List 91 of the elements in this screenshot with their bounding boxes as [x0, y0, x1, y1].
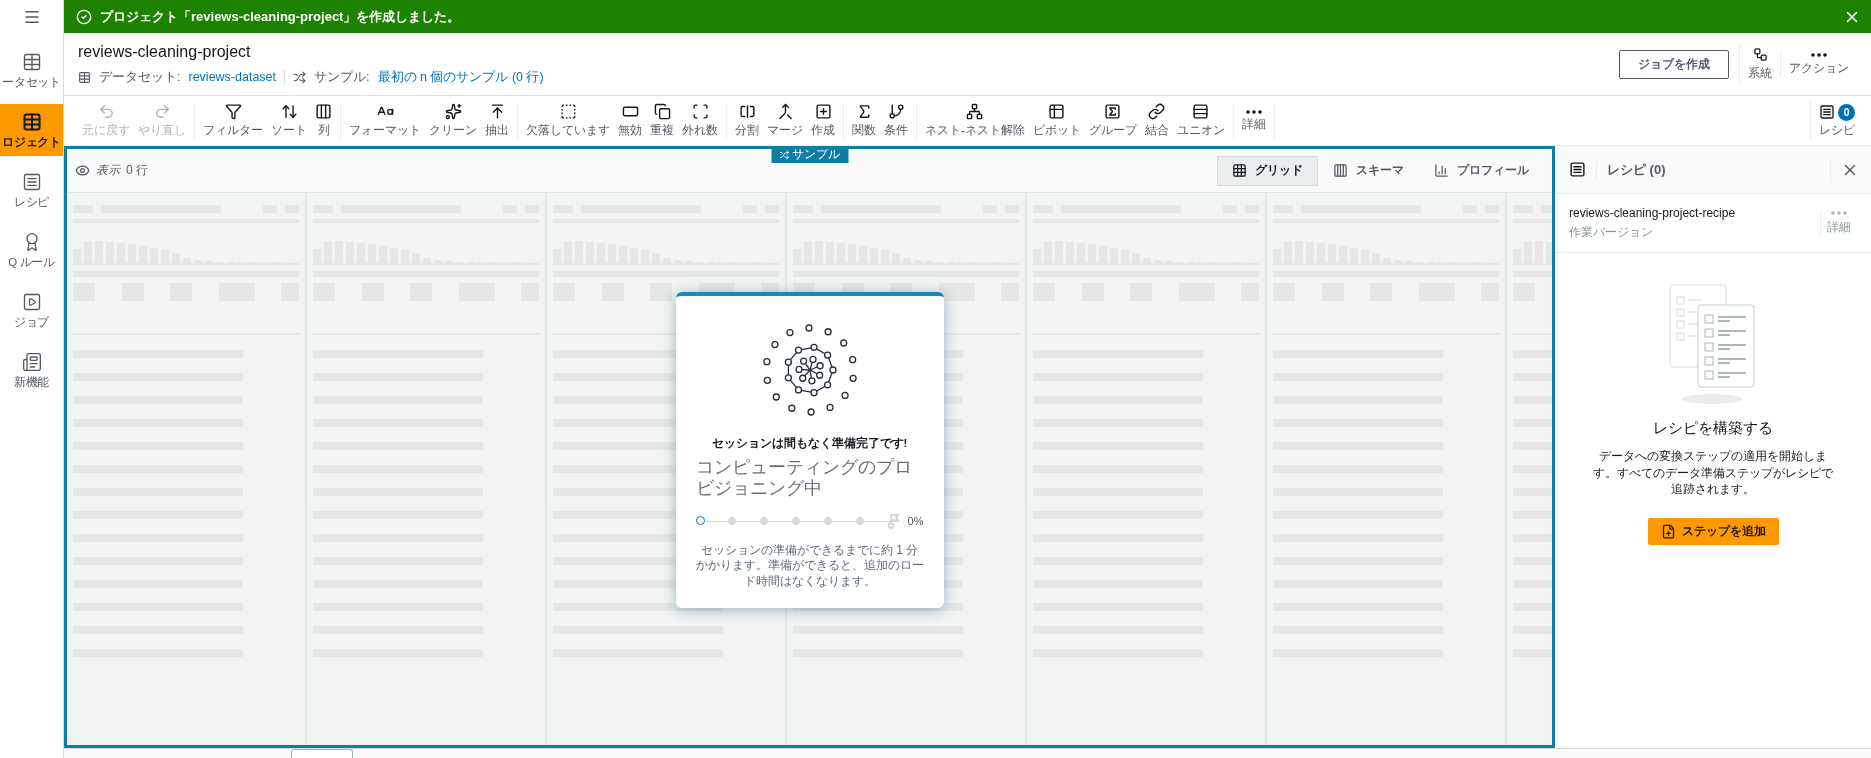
- recipe-toggle-button[interactable]: 0 レシピ: [1810, 100, 1863, 141]
- list-icon: [1569, 161, 1586, 178]
- filter-icon: [224, 103, 242, 120]
- toolbar-button[interactable]: ネスト-ネスト解除: [921, 102, 1029, 139]
- redo-icon: [153, 103, 171, 120]
- add-step-icon: [1660, 524, 1676, 539]
- sample-link[interactable]: 最初の n 個のサンプル (0 行): [377, 68, 544, 86]
- progress-step: [728, 516, 737, 525]
- split-icon: [738, 103, 756, 120]
- recipe-version: 作業バージョン: [1569, 225, 1654, 240]
- sidebar-item[interactable]: ロジェクト: [0, 104, 63, 156]
- dashed-square-icon: [559, 103, 577, 120]
- dataset-label: データセット:: [99, 68, 181, 86]
- toolbar-button[interactable]: フォーマット: [345, 102, 425, 139]
- row-count: 0 行: [126, 162, 148, 179]
- view-tab[interactable]: グリッド: [1217, 155, 1318, 186]
- newspaper-icon: [21, 352, 42, 372]
- session-note: セッションの準備ができるまでに約 1 分かかります。準備ができると、追加のロード時間はなくなります。: [695, 542, 924, 590]
- session-title: コンピューティングのプロビジョニング中: [695, 457, 913, 499]
- check-icon: [76, 8, 92, 25]
- progress-step: [792, 516, 801, 525]
- sample-tag: サンプル: [771, 149, 848, 163]
- sample-label: サンプル:: [314, 68, 370, 86]
- progress-step: [823, 516, 832, 525]
- copy-icon: [653, 103, 671, 120]
- play-icon: [21, 292, 42, 312]
- view-tab[interactable]: プロフィール: [1419, 155, 1544, 186]
- empty-title: レシピを構築する: [1653, 419, 1773, 438]
- add-step-button[interactable]: ステップを追加: [1647, 518, 1779, 545]
- toolbar-button[interactable]: 関数: [848, 102, 880, 139]
- network-icon: [966, 103, 984, 120]
- more-icon: [1811, 52, 1827, 57]
- toolbar-button[interactable]: ソート: [267, 102, 311, 139]
- more-icon: [1831, 211, 1847, 215]
- grid-icon: [1232, 163, 1247, 178]
- create-job-button[interactable]: ジョブを作成: [1619, 49, 1729, 79]
- toolbar-button[interactable]: ユニオン: [1172, 102, 1229, 139]
- scan-icon: [691, 103, 709, 120]
- undo-icon: [97, 103, 115, 120]
- toolbar-button[interactable]: 分割: [731, 102, 763, 139]
- toolbar-button[interactable]: 外れ数: [678, 102, 722, 139]
- count-badge: 0: [1838, 103, 1855, 121]
- toolbar-button[interactable]: 詳細: [1237, 102, 1270, 139]
- table-icon: [21, 52, 42, 72]
- project-title: reviews-cleaning-project: [78, 42, 252, 61]
- bar-chart-icon: [1434, 163, 1449, 178]
- toolbar-button[interactable]: グループ: [1084, 102, 1141, 139]
- columns-icon: [1333, 163, 1348, 178]
- merge-icon: [776, 103, 794, 120]
- session-heading: セッションは間もなく準備完了です!: [711, 436, 908, 452]
- progress-step: [760, 516, 769, 525]
- progress-percent: 0%: [907, 514, 924, 527]
- view-tab[interactable]: スキーマ: [1318, 155, 1419, 186]
- link-icon: [1148, 103, 1166, 120]
- toolbar-button[interactable]: 無効: [614, 102, 646, 139]
- rows-icon: [1192, 103, 1210, 120]
- toolbar-button[interactable]: 抽出: [481, 102, 513, 139]
- progress-step: [695, 516, 705, 526]
- toolbar-button[interactable]: 重複: [646, 102, 678, 139]
- recipe-name: reviews-cleaning-project-recipe: [1569, 206, 1737, 220]
- toolbar-button[interactable]: 結合: [1140, 102, 1173, 139]
- panel-title: レシピ (0): [1596, 160, 1820, 179]
- eye-icon: [75, 163, 90, 178]
- dataset-link[interactable]: reviews-dataset: [188, 70, 277, 84]
- view-label: 表示: [96, 162, 120, 179]
- toolbar-button[interactable]: 欠落しています: [522, 102, 614, 139]
- menu-icon: [22, 8, 41, 26]
- plus-square-icon: [814, 103, 832, 120]
- toolbar-button[interactable]: 作成: [807, 102, 839, 139]
- sparkle-icon: [444, 103, 462, 120]
- table-icon: [1048, 103, 1066, 120]
- sort-icon: [280, 103, 298, 120]
- more-icon: [1245, 109, 1262, 114]
- sigma-square-icon: [1104, 103, 1122, 120]
- list-icon: [21, 172, 42, 192]
- empty-description: データへの変換ステップの適用を開始します。すべてのデータ準備ステップがレシピで追跡されます。: [1592, 449, 1834, 498]
- table-icon: [78, 70, 91, 84]
- branch-icon: [887, 103, 905, 120]
- toolbar-button[interactable]: フィルター: [199, 102, 267, 139]
- flag-icon: [887, 512, 900, 529]
- list-icon: [1819, 104, 1835, 120]
- columns-icon: [315, 103, 332, 120]
- toolbar-button[interactable]: ピボット: [1028, 102, 1085, 139]
- toolbar-button[interactable]: 条件: [880, 102, 912, 139]
- toolbar-button[interactable]: クリーン: [425, 102, 481, 139]
- toolbar-button[interactable]: マージ: [763, 102, 807, 139]
- table-icon: [21, 112, 42, 132]
- banner-message: プロジェクト「reviews-cleaning-project」を作成しました。: [100, 7, 462, 26]
- toolbar-button[interactable]: 列: [311, 102, 336, 139]
- progress-step: [855, 516, 864, 525]
- workflow-icon: [1752, 47, 1768, 62]
